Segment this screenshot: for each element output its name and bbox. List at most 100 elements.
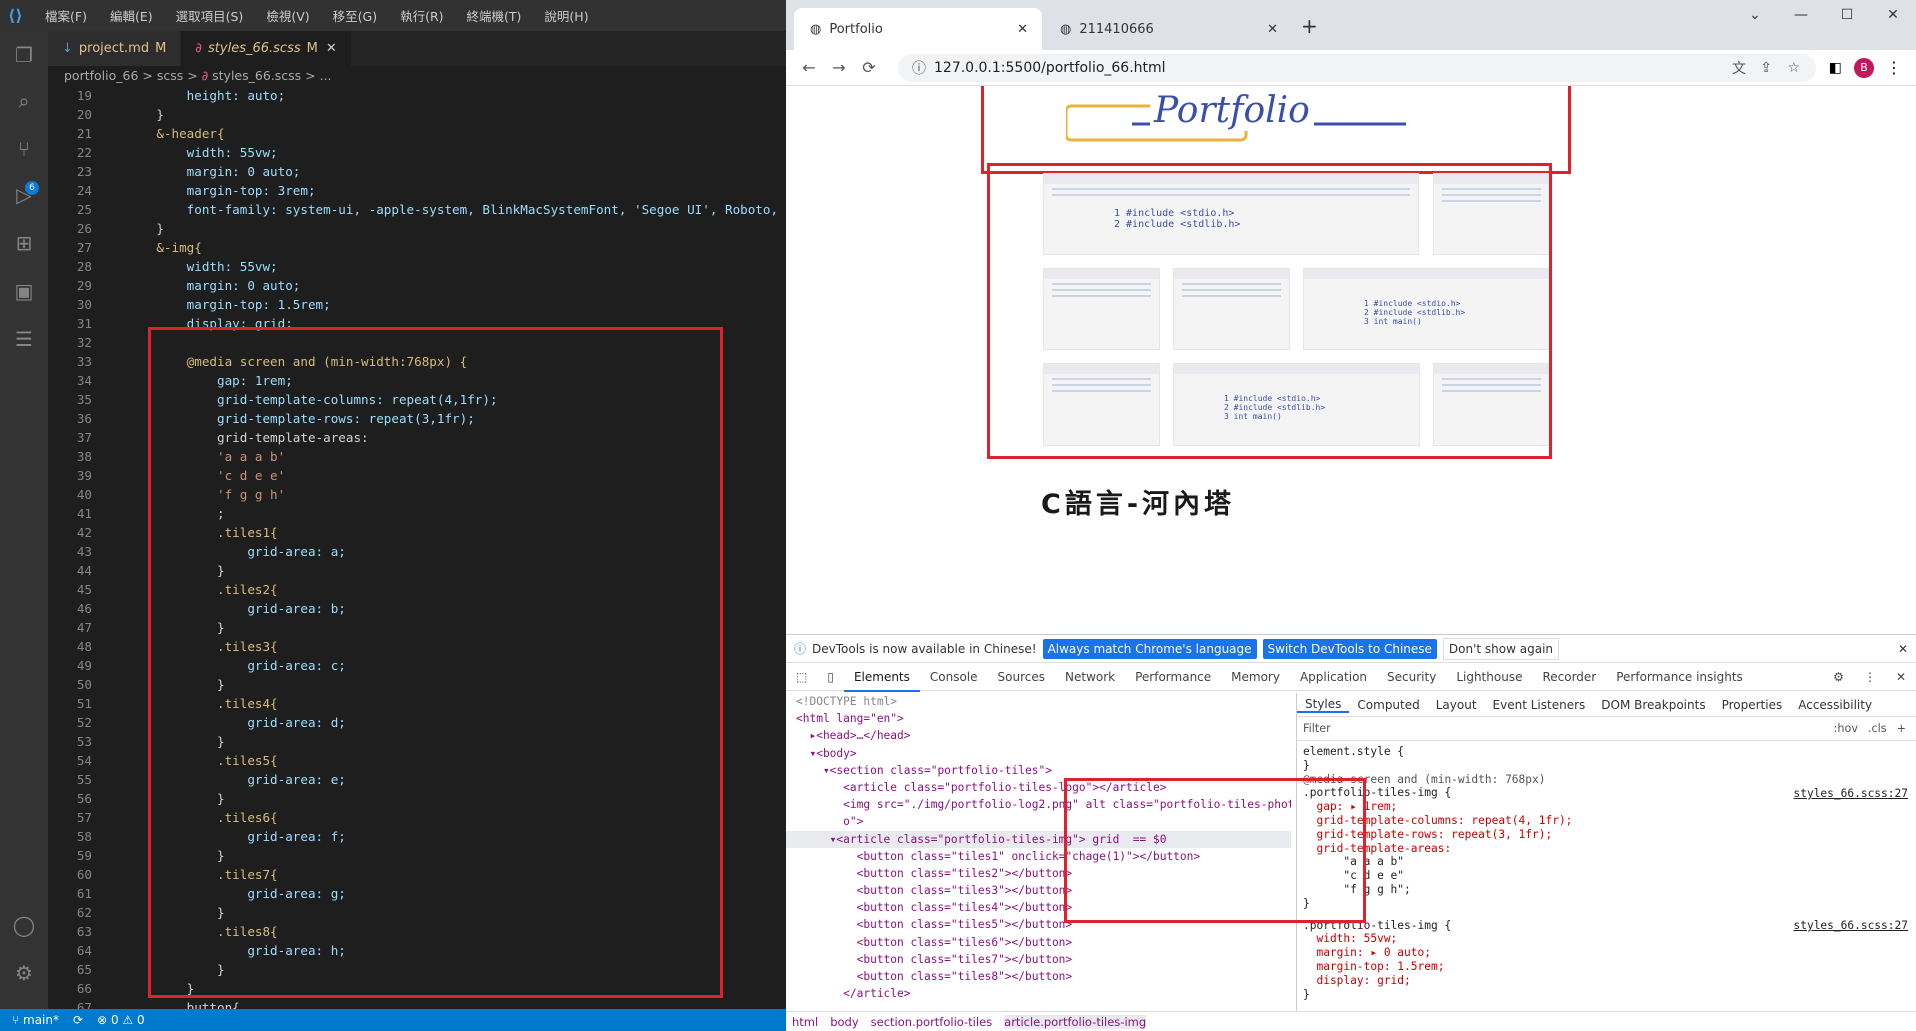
settings-gear-icon[interactable]: ⚙ xyxy=(10,959,38,987)
reload-icon[interactable]: ⟳ xyxy=(854,58,884,77)
tab-layout[interactable]: Layout xyxy=(1428,698,1485,712)
devtools-settings-icon[interactable]: ⚙ xyxy=(1823,670,1854,684)
tab-network[interactable]: Network xyxy=(1055,670,1125,684)
tab-memory[interactable]: Memory xyxy=(1221,670,1290,684)
tab-project-md[interactable]: ↓ project.md M xyxy=(48,31,182,66)
tab-computed[interactable]: Computed xyxy=(1349,698,1427,712)
menu-terminal[interactable]: 終端機(T) xyxy=(456,6,534,25)
devtools-close-icon[interactable]: ✕ xyxy=(1886,670,1916,684)
share-icon[interactable]: ⇪ xyxy=(1760,60,1772,76)
browser-tab-second[interactable]: ◍ 211410666 ✕ xyxy=(1044,8,1292,50)
site-info-icon[interactable]: ⓘ xyxy=(912,58,926,78)
tile-1[interactable]: 1 #include <stdio.h> 2 #include <stdlib.h… xyxy=(1043,173,1419,255)
source-link[interactable]: styles_66.scss:27 xyxy=(1793,787,1908,800)
dom-node[interactable]: <button class="tiles2"></button> xyxy=(786,865,1291,882)
tab-search-icon[interactable]: ⌄ xyxy=(1732,0,1778,30)
run-debug-icon[interactable]: ▷ xyxy=(10,181,38,209)
branch-indicator[interactable]: ⑂ main* xyxy=(12,1013,59,1027)
browser-tab-portfolio[interactable]: ◍ Portfolio ✕ xyxy=(794,8,1042,50)
dom-node[interactable]: <html lang="en"> xyxy=(786,710,1291,727)
tile-7[interactable]: 1 #include <stdio.h> 2 #include <stdlib.h… xyxy=(1173,363,1420,446)
problems-indicator[interactable]: ⊗ 0 ⚠ 0 xyxy=(97,1013,145,1027)
cls-toggle[interactable]: .cls xyxy=(1868,722,1887,735)
dom-node[interactable]: <button class="tiles8"></button> xyxy=(786,968,1291,985)
dom-node[interactable]: o"> xyxy=(786,813,1291,830)
source-control-icon[interactable]: ⑂ xyxy=(10,135,38,163)
tile-5[interactable]: 1 #include <stdio.h> 2 #include <stdlib.h… xyxy=(1303,268,1550,350)
testing-icon[interactable]: ☰ xyxy=(10,325,38,353)
devtools-more-icon[interactable]: ⋮ xyxy=(1854,670,1886,684)
crumb-html[interactable]: html xyxy=(792,1015,818,1029)
back-icon[interactable]: ← xyxy=(794,58,824,77)
tab-dom-breakpoints[interactable]: DOM Breakpoints xyxy=(1593,698,1713,712)
menu-file[interactable]: 檔案(F) xyxy=(34,6,99,25)
profile-avatar[interactable]: B xyxy=(1854,57,1874,78)
tab-styles[interactable]: Styles xyxy=(1297,697,1350,713)
tile-8[interactable] xyxy=(1433,363,1550,446)
dom-node[interactable]: ▾<body> xyxy=(786,745,1291,762)
hov-toggle[interactable]: :hov xyxy=(1834,722,1858,735)
breadcrumb-item[interactable]: ... xyxy=(320,68,332,83)
address-bar[interactable]: ⓘ 127.0.0.1:5500/portfolio_66.html 文 ⇪ ☆ xyxy=(898,54,1816,82)
dom-node[interactable]: ▾<section class="portfolio-tiles"> xyxy=(786,762,1291,779)
style-rules[interactable]: element.style {} @media screen and (min-w… xyxy=(1297,741,1916,1001)
remote-explorer-icon[interactable]: ▣ xyxy=(10,277,38,305)
minimize-icon[interactable]: — xyxy=(1778,0,1824,30)
tab-styles-scss[interactable]: ∂ styles_66.scss M ✕ xyxy=(181,31,352,66)
dom-node[interactable]: <article class="portfolio-tiles-logo"></… xyxy=(786,779,1291,796)
dom-node[interactable]: <button class="tiles5"></button> xyxy=(786,916,1291,933)
dom-node[interactable]: ▸<head>…</head> xyxy=(786,727,1291,744)
tab-application[interactable]: Application xyxy=(1290,670,1377,684)
tab-elements[interactable]: Elements xyxy=(843,670,920,692)
menu-selection[interactable]: 選取項目(S) xyxy=(165,6,256,25)
menu-help[interactable]: 說明(H) xyxy=(533,6,600,25)
dom-node[interactable]: <button class="tiles3"></button> xyxy=(786,882,1291,899)
crumb-body[interactable]: body xyxy=(830,1015,858,1029)
tab-console[interactable]: Console xyxy=(920,670,988,684)
device-toolbar-icon[interactable]: ▯ xyxy=(817,670,844,684)
tab-accessibility[interactable]: Accessibility xyxy=(1790,698,1880,712)
tab-event-listeners[interactable]: Event Listeners xyxy=(1485,698,1594,712)
dont-show-button[interactable]: Don't show again xyxy=(1442,637,1560,660)
crumb-article[interactable]: article.portfolio-tiles-img xyxy=(1004,1014,1147,1029)
tab-performance[interactable]: Performance xyxy=(1125,670,1221,684)
tile-4[interactable] xyxy=(1173,268,1290,350)
menu-kebab-icon[interactable]: ⋮ xyxy=(1886,58,1902,77)
breadcrumb-item[interactable]: scss xyxy=(157,68,183,83)
dom-node[interactable]: </article> xyxy=(786,985,1291,1002)
close-window-icon[interactable]: ✕ xyxy=(1870,0,1916,30)
menu-edit[interactable]: 編輯(E) xyxy=(99,6,165,25)
close-infobar-icon[interactable]: ✕ xyxy=(1898,642,1908,656)
tab-performance-insights[interactable]: Performance insights xyxy=(1606,670,1753,684)
breadcrumb-item[interactable]: styles_66.scss xyxy=(212,68,301,83)
menu-view[interactable]: 檢視(V) xyxy=(255,6,321,25)
tab-properties[interactable]: Properties xyxy=(1714,698,1791,712)
dom-node[interactable]: <button class="tiles7"></button> xyxy=(786,951,1291,968)
dom-node[interactable]: <button class="tiles4"></button> xyxy=(786,899,1291,916)
source-link[interactable]: styles_66.scss:27 xyxy=(1793,919,1908,932)
tile-6[interactable] xyxy=(1043,363,1160,446)
close-tab-icon[interactable]: ✕ xyxy=(326,41,337,56)
close-tab-icon[interactable]: ✕ xyxy=(1017,22,1028,37)
bookmark-star-icon[interactable]: ☆ xyxy=(1787,60,1800,76)
side-panel-icon[interactable]: ◧ xyxy=(1829,60,1842,76)
account-icon[interactable]: ◯ xyxy=(10,911,38,939)
tab-lighthouse[interactable]: Lighthouse xyxy=(1446,670,1532,684)
match-language-button[interactable]: Always match Chrome's language xyxy=(1042,638,1257,659)
tile-3[interactable] xyxy=(1043,268,1160,350)
dom-node[interactable]: ▾<article class="portfolio-tiles-img"> g… xyxy=(786,830,1291,848)
crumb-section[interactable]: section.portfolio-tiles xyxy=(871,1015,993,1029)
menu-run[interactable]: 執行(R) xyxy=(389,6,455,25)
tab-security[interactable]: Security xyxy=(1377,670,1446,684)
tab-sources[interactable]: Sources xyxy=(988,670,1055,684)
maximize-icon[interactable]: ☐ xyxy=(1824,0,1870,30)
elements-tree[interactable]: <!DOCTYPE html> <html lang="en"> ▸<head>…… xyxy=(786,693,1291,1011)
inspect-icon[interactable]: ⬚ xyxy=(786,670,817,684)
close-tab-icon[interactable]: ✕ xyxy=(1267,22,1278,37)
tile-2[interactable] xyxy=(1433,173,1550,255)
extensions-icon[interactable]: ⊞ xyxy=(10,229,38,257)
translate-icon[interactable]: 文 xyxy=(1732,58,1746,78)
dom-node[interactable]: <img src="./img/portfolio-log2.png" alt … xyxy=(786,796,1291,813)
explorer-icon[interactable]: ❐ xyxy=(10,41,38,69)
switch-chinese-button[interactable]: Switch DevTools to Chinese xyxy=(1262,638,1437,659)
